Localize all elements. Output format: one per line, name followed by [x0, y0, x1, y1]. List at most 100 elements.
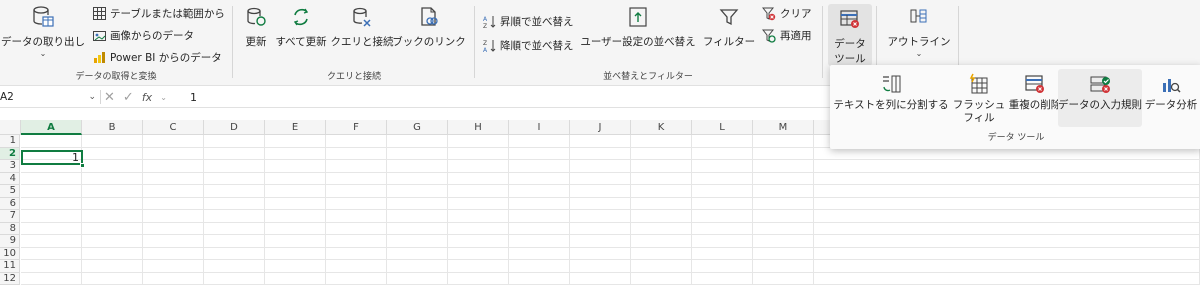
data-tools-button[interactable]: データ ツール [828, 4, 872, 66]
cell[interactable] [326, 147, 387, 160]
cell[interactable] [265, 160, 326, 173]
cell[interactable] [692, 222, 753, 235]
column-header-d[interactable]: D [204, 120, 265, 135]
cell[interactable] [753, 260, 814, 273]
row-header-9[interactable]: 9 [0, 235, 20, 248]
cell[interactable] [82, 260, 143, 273]
cell[interactable] [326, 222, 387, 235]
cell[interactable] [570, 222, 631, 235]
cell[interactable] [204, 197, 265, 210]
cell[interactable] [448, 185, 509, 198]
cell[interactable] [753, 160, 814, 173]
data-validation-button[interactable]: データの入力規則 [1058, 69, 1142, 127]
column-header-c[interactable]: C [143, 120, 204, 135]
cell[interactable] [631, 260, 692, 273]
cell[interactable] [387, 172, 448, 185]
cell[interactable] [143, 185, 204, 198]
cell[interactable] [204, 260, 265, 273]
reapply-filter-button[interactable]: 再適用 [762, 28, 812, 43]
cell[interactable] [631, 147, 692, 160]
cell[interactable] [204, 185, 265, 198]
column-header-k[interactable]: K [631, 120, 692, 135]
row-header-8[interactable]: 8 [0, 222, 20, 235]
column-header-e[interactable]: E [265, 120, 326, 135]
cell[interactable] [631, 247, 692, 260]
cell[interactable] [204, 172, 265, 185]
queries-connections-button[interactable]: クエリと接続 [331, 4, 394, 49]
cell[interactable] [448, 247, 509, 260]
cell[interactable] [204, 272, 265, 285]
formula-content[interactable]: 1 [190, 88, 197, 106]
cell[interactable] [326, 210, 387, 223]
cell[interactable] [570, 197, 631, 210]
cell[interactable] [143, 247, 204, 260]
cell[interactable] [753, 222, 814, 235]
row-header-1[interactable]: 1 [0, 135, 20, 148]
cell[interactable] [631, 172, 692, 185]
cell[interactable] [448, 160, 509, 173]
cell[interactable] [21, 185, 82, 198]
cell[interactable] [143, 235, 204, 248]
cell[interactable] [204, 210, 265, 223]
cell[interactable] [265, 235, 326, 248]
cell[interactable] [265, 172, 326, 185]
cell[interactable] [570, 272, 631, 285]
cell[interactable] [509, 247, 570, 260]
filter-button[interactable]: フィルター [702, 4, 756, 49]
cell[interactable] [814, 172, 1200, 185]
cell[interactable] [204, 235, 265, 248]
cell[interactable] [326, 260, 387, 273]
cell[interactable] [82, 235, 143, 248]
cell[interactable] [570, 160, 631, 173]
cell[interactable] [326, 185, 387, 198]
cell[interactable] [692, 197, 753, 210]
cell[interactable] [387, 197, 448, 210]
cell[interactable] [448, 235, 509, 248]
cell[interactable] [143, 272, 204, 285]
cell[interactable] [21, 222, 82, 235]
cell[interactable] [265, 272, 326, 285]
cell[interactable] [448, 222, 509, 235]
cell[interactable] [570, 235, 631, 248]
cell[interactable] [387, 160, 448, 173]
cell[interactable] [82, 272, 143, 285]
from-picture-button[interactable]: 画像からのデータ [92, 28, 194, 43]
cell[interactable] [509, 260, 570, 273]
data-analysis-button[interactable]: データ分析 [1144, 71, 1198, 112]
cell[interactable] [204, 135, 265, 148]
cell[interactable] [21, 247, 82, 260]
cell[interactable] [143, 222, 204, 235]
chevron-down-icon[interactable]: ⌄ [88, 92, 96, 102]
cell[interactable] [326, 172, 387, 185]
cell[interactable] [814, 197, 1200, 210]
cell[interactable] [143, 260, 204, 273]
cell[interactable] [448, 172, 509, 185]
row-header-7[interactable]: 7 [0, 210, 20, 223]
workbook-links-button[interactable]: ブックのリンク [392, 4, 466, 49]
cell[interactable] [814, 272, 1200, 285]
cell[interactable] [509, 235, 570, 248]
cell[interactable] [814, 147, 1200, 160]
cell[interactable] [387, 235, 448, 248]
cell[interactable] [448, 260, 509, 273]
cancel-icon[interactable]: ✕ [104, 90, 115, 105]
cell[interactable] [448, 272, 509, 285]
cell[interactable] [509, 197, 570, 210]
cell[interactable] [631, 272, 692, 285]
cell[interactable] [814, 260, 1200, 273]
cell[interactable] [21, 235, 82, 248]
cell[interactable] [326, 135, 387, 148]
cell[interactable] [265, 210, 326, 223]
from-table-button[interactable]: テーブルまたは範囲から [92, 6, 225, 21]
custom-sort-button[interactable]: ユーザー設定の並べ替え [580, 4, 696, 49]
row-header-10[interactable]: 10 [0, 247, 20, 260]
cell[interactable] [753, 247, 814, 260]
cell[interactable] [265, 247, 326, 260]
cell[interactable] [265, 147, 326, 160]
cell[interactable] [570, 185, 631, 198]
column-header-f[interactable]: F [326, 120, 387, 135]
cell[interactable] [692, 147, 753, 160]
cell[interactable] [82, 160, 143, 173]
column-header-g[interactable]: G [387, 120, 448, 135]
enter-icon[interactable]: ✓ [123, 90, 134, 105]
